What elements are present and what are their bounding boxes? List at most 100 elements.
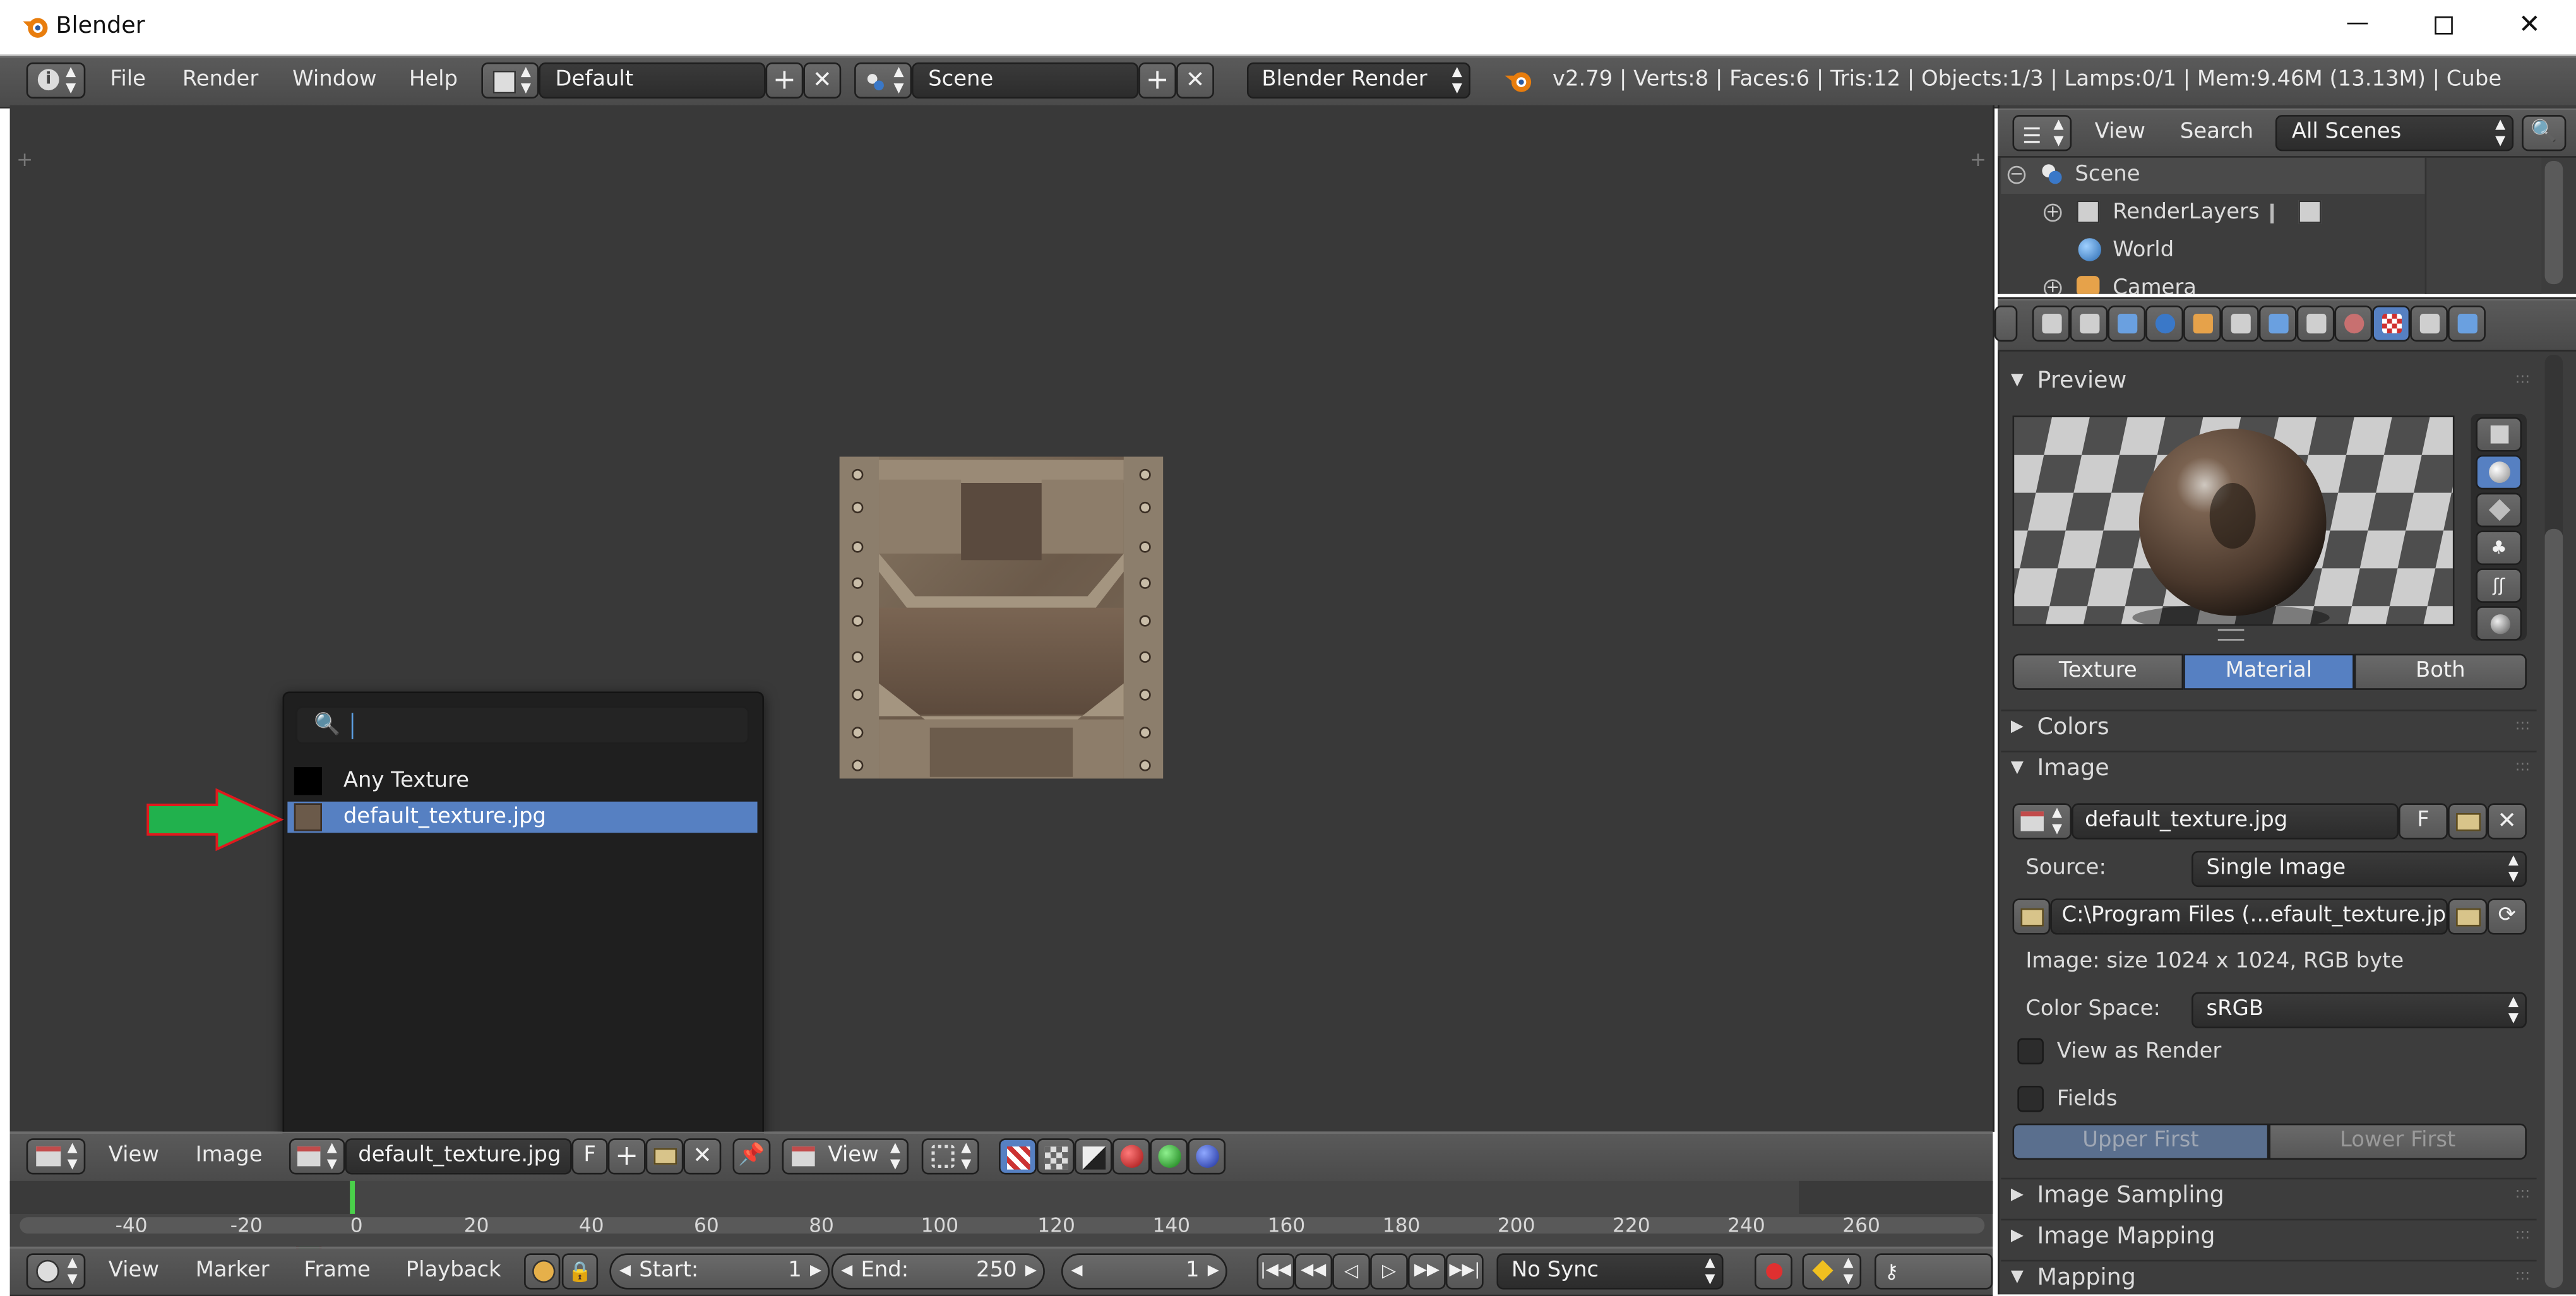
jump-to-start-button[interactable]: |◀◀ <box>1256 1253 1295 1290</box>
preview-world-sphere-button[interactable] <box>2476 606 2522 641</box>
delete-layout-button[interactable]: ✕ <box>803 62 842 99</box>
delete-scene-button[interactable]: ✕ <box>1176 62 1214 99</box>
render-tab-button[interactable] <box>2032 305 2070 342</box>
screen-layout-browse-button[interactable]: ▲ ▼ <box>481 62 539 99</box>
area-corner-plus-icon[interactable]: + <box>1970 148 1986 170</box>
constraints-tab-button[interactable] <box>2221 305 2259 342</box>
preview-tab-both[interactable]: Both <box>2354 653 2527 690</box>
preview-sphere-button[interactable] <box>2476 455 2522 490</box>
display-blue-button[interactable] <box>1188 1138 1226 1175</box>
file-path-field[interactable]: C:\Program Files (...efault_texture.jpg <box>2050 898 2448 935</box>
minimize-icon[interactable]: — <box>2346 10 2369 40</box>
menu-frame[interactable]: Frame <box>304 1255 370 1288</box>
outliner-scrollbar[interactable] <box>2544 161 2563 285</box>
timeline-scrollbar[interactable] <box>20 1217 1985 1234</box>
current-frame-field[interactable]: ◀ 1 ▶ <box>1061 1253 1227 1290</box>
play-button[interactable]: ▷ <box>1370 1253 1408 1290</box>
object-tab-button[interactable] <box>2183 305 2221 342</box>
menu-file[interactable]: File <box>110 64 146 97</box>
area-corner-plus-icon[interactable]: + <box>16 148 33 170</box>
preview-cube-button[interactable] <box>2476 492 2522 528</box>
screen-layout-name-field[interactable]: Default <box>539 62 766 99</box>
reload-image-button[interactable]: ⟳ <box>2487 898 2527 935</box>
display-mode-select[interactable]: All Scenes ▲ ▼ <box>2275 115 2514 152</box>
preview-plane-button[interactable] <box>2476 417 2522 452</box>
jump-keyframe-back-button[interactable]: ◀◀ <box>1294 1253 1333 1290</box>
fields-checkbox[interactable] <box>2017 1085 2044 1112</box>
image-name-field[interactable]: default_texture.jpg <box>2072 803 2399 840</box>
preview-tab-material[interactable]: Material <box>2183 653 2354 690</box>
image-browse-button[interactable]: ▲ ▼ <box>2012 803 2072 840</box>
object-data-tab-button[interactable] <box>2296 305 2335 342</box>
fake-user-button[interactable]: F <box>571 1138 608 1175</box>
browse-file-button[interactable] <box>2448 898 2488 935</box>
close-icon[interactable]: ✕ <box>2519 8 2541 39</box>
play-reverse-button[interactable]: ◁ <box>1332 1253 1371 1290</box>
image-panel-header[interactable]: ▼ Image ::: <box>2001 751 2537 788</box>
unlink-image-button[interactable]: ✕ <box>683 1138 722 1175</box>
material-tab-button[interactable] <box>2334 305 2373 342</box>
fake-user-button[interactable]: F <box>2398 803 2448 840</box>
menu-view[interactable]: View <box>109 1140 159 1173</box>
start-frame-field[interactable]: ◀ Start: 1 ▶ <box>609 1253 830 1290</box>
add-layout-button[interactable]: + <box>765 62 804 99</box>
image-mapping-panel-header[interactable]: ▶ Image Mapping ::: <box>2001 1218 2537 1257</box>
menu-view[interactable]: View <box>2095 117 2145 150</box>
jump-to-end-button[interactable]: ▶▶| <box>1445 1253 1484 1290</box>
image-name-field[interactable]: default_texture.jpg <box>345 1138 572 1175</box>
outliner-search-button[interactable]: 🔍 <box>2522 115 2567 152</box>
properties-scrollbar-thumb[interactable] <box>2544 528 2563 1288</box>
popup-search-field[interactable]: 🔍 <box>295 706 749 744</box>
open-image-button[interactable] <box>2448 803 2488 840</box>
pin-button[interactable]: 📌 <box>732 1138 771 1175</box>
auto-keying-button[interactable] <box>1754 1253 1792 1290</box>
modifiers-tab-button[interactable] <box>2258 305 2297 342</box>
particles-tab-button[interactable] <box>2410 305 2448 342</box>
editor-type-timeline-button[interactable]: ▲ ▼ <box>26 1253 86 1290</box>
world-tab-button[interactable] <box>2145 305 2184 342</box>
new-image-button[interactable]: + <box>607 1138 646 1175</box>
preview-range-button[interactable] <box>524 1253 561 1290</box>
preview-hair-button[interactable]: ʃʃ <box>2476 568 2522 603</box>
lock-range-button[interactable]: 🔒 <box>561 1253 599 1290</box>
current-frame-marker[interactable] <box>350 1180 355 1214</box>
menu-view[interactable]: View <box>109 1255 159 1288</box>
scene-tab-button[interactable] <box>2108 305 2146 342</box>
render-layers-tab-button[interactable] <box>2070 305 2108 342</box>
field-order-lower-first[interactable]: Lower First <box>2269 1123 2527 1160</box>
editor-type-image-button[interactable]: ▲ ▼ <box>26 1138 86 1175</box>
preview-panel-header[interactable]: ▼ Preview ::: <box>2001 365 2536 401</box>
physics-tab-button[interactable] <box>2448 305 2486 342</box>
add-scene-button[interactable]: + <box>1138 62 1177 99</box>
unlink-image-button[interactable]: ✕ <box>2487 803 2527 840</box>
editor-type-properties-button[interactable] <box>1994 305 2018 342</box>
list-item-default-texture[interactable]: default_texture.jpg <box>287 801 758 833</box>
list-item-any-texture[interactable]: Any Texture <box>287 766 757 799</box>
preview-resize-handle-icon[interactable] <box>2217 629 2245 641</box>
render-engine-select[interactable]: Blender Render ▲ ▼ <box>1246 62 1470 99</box>
view-as-render-checkbox[interactable] <box>2017 1038 2044 1065</box>
display-red-button[interactable] <box>1112 1138 1150 1175</box>
outliner-item-scene[interactable]: − Scene <box>2001 158 2424 194</box>
sync-mode-select[interactable]: No Sync ▲ ▼ <box>1496 1253 1724 1290</box>
scene-name-field[interactable]: Scene <box>912 62 1139 99</box>
menu-playback[interactable]: Playback <box>406 1255 501 1288</box>
texture-tab-button[interactable] <box>2372 305 2411 342</box>
file-path-icon-button[interactable] <box>2012 898 2051 935</box>
menu-image[interactable]: Image <box>196 1140 263 1173</box>
menu-search[interactable]: Search <box>2180 117 2253 150</box>
mapping-panel-header[interactable]: ▼ Mapping ::: <box>2001 1259 2537 1295</box>
view-mode-select[interactable]: View ▲ ▼ <box>782 1138 909 1175</box>
keying-set-select[interactable]: ▲ ▼ <box>1802 1253 1862 1290</box>
menu-window[interactable]: Window <box>292 64 376 97</box>
preview-tab-texture[interactable]: Texture <box>2012 653 2184 690</box>
display-green-button[interactable] <box>1150 1138 1188 1175</box>
color-space-select[interactable]: sRGB ▲ ▼ <box>2191 992 2527 1028</box>
image-browse-button[interactable]: ▲ ▼ <box>289 1138 345 1175</box>
keying-set-field[interactable]: ⚷ <box>1874 1253 1993 1290</box>
outliner-item-camera[interactable]: + Camera <box>2001 271 2424 294</box>
field-order-upper-first[interactable]: Upper First <box>2012 1123 2269 1160</box>
menu-render[interactable]: Render <box>182 64 258 97</box>
pivot-select[interactable]: ▲ ▼ <box>921 1138 979 1175</box>
preview-monkey-button[interactable]: ♣ <box>2476 530 2522 566</box>
